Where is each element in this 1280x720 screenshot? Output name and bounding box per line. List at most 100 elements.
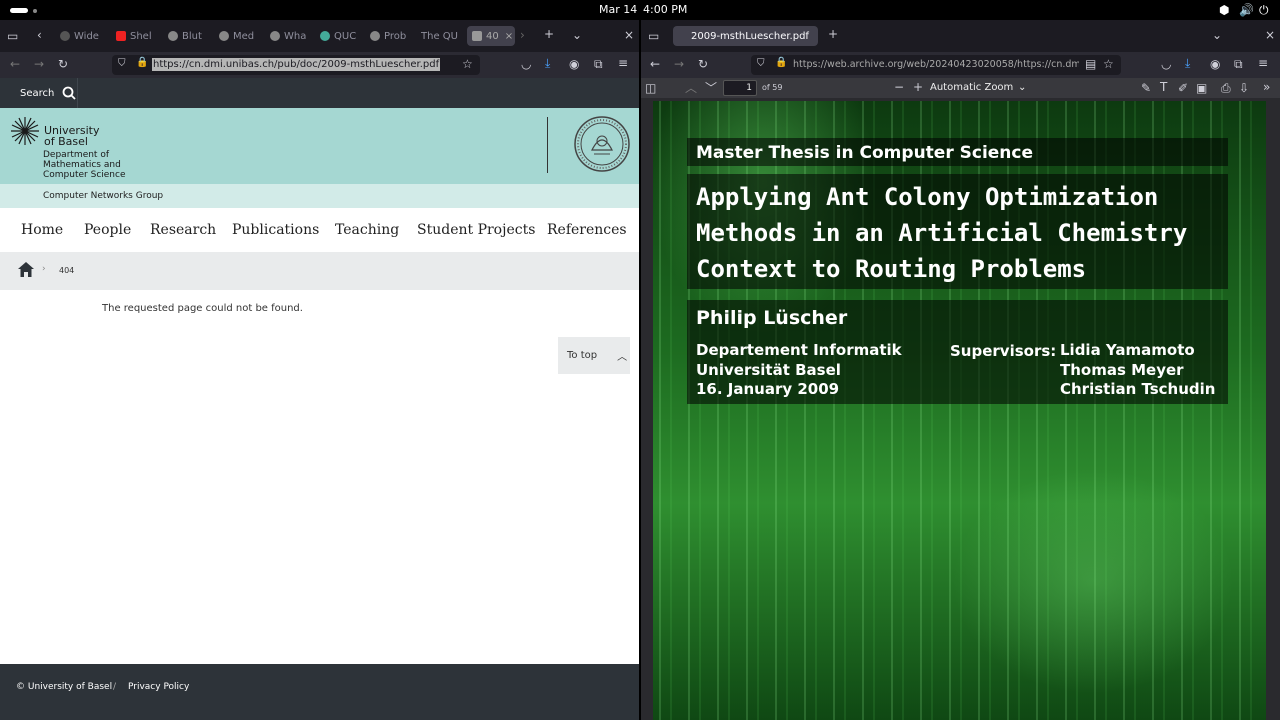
tab-label: Blut xyxy=(182,30,202,42)
reader-view-icon[interactable]: ▤ xyxy=(1085,58,1096,70)
volume-icon[interactable]: 🔊 xyxy=(1239,3,1254,17)
thesis-title: Applying Ant Colony Optimization Methods… xyxy=(696,179,1226,287)
shield-icon[interactable]: ⛉ xyxy=(757,59,765,69)
tab-active[interactable]: 40 × xyxy=(467,26,515,46)
nav-student-projects[interactable]: Student Projects xyxy=(417,222,535,238)
url-text[interactable]: https://cn.dmi.unibas.ch/pub/doc/2009-ms… xyxy=(152,58,441,71)
forward-icon[interactable]: → xyxy=(34,58,44,70)
back-icon[interactable]: ← xyxy=(10,58,20,70)
shield-icon[interactable]: ⛉ xyxy=(118,59,126,69)
tab-overview-icon[interactable]: ▭ xyxy=(7,30,18,42)
tab-5[interactable]: Wha xyxy=(270,26,314,46)
list-tabs-icon[interactable]: ⌄ xyxy=(1212,29,1222,41)
account-icon[interactable]: ◉ xyxy=(569,58,579,70)
tab-overview-icon[interactable]: ▭ xyxy=(648,30,659,42)
lock-icon[interactable]: 🔒 xyxy=(775,58,787,68)
power-icon[interactable]: ⏻ xyxy=(1259,3,1269,18)
tab-label: Prob xyxy=(384,30,407,42)
lock-icon[interactable]: 🔒 xyxy=(136,58,148,68)
print-icon[interactable]: ⎙ xyxy=(1221,82,1231,94)
tab-6[interactable]: QUC xyxy=(320,26,364,46)
extensions-icon[interactable]: ⧉ xyxy=(1234,58,1243,70)
university-logo-icon[interactable] xyxy=(10,116,40,146)
save-icon[interactable]: ⇩ xyxy=(1239,82,1249,94)
to-top-button[interactable]: To top ︿ xyxy=(558,337,630,374)
menu-icon[interactable]: ≡ xyxy=(1258,57,1268,69)
tab-favicon xyxy=(60,31,70,41)
pocket-icon[interactable]: ◡ xyxy=(1161,58,1171,70)
extensions-icon[interactable]: ⧉ xyxy=(594,58,603,70)
page-number-input[interactable]: 1 xyxy=(723,80,757,96)
url-text[interactable]: https://web.archive.org/web/202404230200… xyxy=(793,59,1079,70)
previous-page-icon[interactable]: ︿ xyxy=(685,82,697,94)
list-tabs-icon[interactable]: ⌄ xyxy=(572,29,582,41)
downloads-icon[interactable]: ⤓ xyxy=(1185,57,1190,69)
new-tab-icon[interactable]: + xyxy=(828,28,838,40)
pdf-page: Master Thesis in Computer Science Applyi… xyxy=(653,101,1266,720)
zoom-in-icon[interactable]: + xyxy=(913,81,923,93)
tab-2[interactable]: Shel xyxy=(116,26,160,46)
page-content: The requested page could not be found. T… xyxy=(0,290,639,664)
downloads-icon[interactable]: ⤓ xyxy=(545,57,550,69)
tab-pdf[interactable]: 2009-msthLuescher.pdf × xyxy=(673,26,818,46)
workspace-dot[interactable] xyxy=(33,9,37,13)
site-top-bar xyxy=(0,78,639,108)
search-icon xyxy=(62,86,76,100)
site-search-button[interactable]: Search xyxy=(10,78,78,108)
nav-publications[interactable]: Publications xyxy=(232,222,319,238)
new-tab-icon[interactable]: + xyxy=(544,28,554,40)
tab-label: The QU xyxy=(421,30,458,42)
pocket-icon[interactable]: ◡ xyxy=(521,58,531,70)
zoom-out-icon[interactable]: − xyxy=(894,81,904,93)
tab-favicon xyxy=(320,31,330,41)
tab-scroll-right-icon[interactable]: › xyxy=(520,29,525,41)
system-time[interactable]: 4:00 PM xyxy=(643,3,687,16)
close-tab-icon[interactable]: × xyxy=(505,31,513,42)
close-window-icon[interactable]: × xyxy=(624,29,634,41)
highlight-icon[interactable]: ✎ xyxy=(1141,82,1151,94)
university-seal-icon xyxy=(574,116,630,172)
workspace-indicator[interactable] xyxy=(10,8,28,13)
zoom-select[interactable]: Automatic Zoom ⌄ xyxy=(930,80,1028,96)
draw-icon[interactable]: ✐ xyxy=(1178,82,1188,94)
account-icon[interactable]: ◉ xyxy=(1210,58,1220,70)
nav-people[interactable]: People xyxy=(84,222,131,238)
header-divider xyxy=(547,117,548,173)
more-tools-icon[interactable]: » xyxy=(1263,81,1270,93)
text-tool-icon[interactable]: T xyxy=(1160,81,1167,93)
tab-3[interactable]: Blut xyxy=(168,26,212,46)
reload-icon[interactable]: ↻ xyxy=(698,58,708,70)
right-url-bar[interactable]: ⛉ 🔒 https://web.archive.org/web/20240423… xyxy=(751,55,1121,75)
forward-icon[interactable]: → xyxy=(674,58,684,70)
system-date[interactable]: Mar 14 xyxy=(599,3,637,16)
network-icon[interactable]: ⬢ xyxy=(1219,3,1229,17)
tab-1[interactable]: Wide xyxy=(60,26,104,46)
supervisors-list: Lidia Yamamoto Thomas Meyer Christian Ts… xyxy=(1060,341,1215,400)
home-icon[interactable] xyxy=(18,262,34,277)
tab-scroll-left-icon[interactable]: ‹ xyxy=(37,29,42,41)
supervisor-name: Lidia Yamamoto xyxy=(1060,341,1195,359)
back-icon[interactable]: ← xyxy=(650,58,660,70)
nav-teaching[interactable]: Teaching xyxy=(335,222,399,238)
reload-icon[interactable]: ↻ xyxy=(58,58,68,70)
footer-privacy-link[interactable]: Privacy Policy xyxy=(128,682,189,692)
group-bar[interactable]: Computer Networks Group xyxy=(0,184,639,208)
main-navigation: Home People Research Publications Teachi… xyxy=(0,208,639,252)
nav-references[interactable]: References xyxy=(547,222,627,238)
university-name[interactable]: University of Basel xyxy=(44,125,100,147)
close-window-icon[interactable]: × xyxy=(1265,29,1275,41)
image-icon[interactable]: ▣ xyxy=(1196,82,1207,94)
next-page-icon[interactable]: ﹀ xyxy=(705,82,717,94)
bookmark-star-icon[interactable]: ☆ xyxy=(462,58,473,70)
tab-7[interactable]: Prob xyxy=(370,26,414,46)
site-header: University of Basel Department of Mathem… xyxy=(0,108,639,184)
nav-research[interactable]: Research xyxy=(150,222,216,238)
nav-home[interactable]: Home xyxy=(21,222,63,238)
menu-icon[interactable]: ≡ xyxy=(618,57,628,69)
sidebar-toggle-icon[interactable]: ◫ xyxy=(645,82,656,94)
bookmark-star-icon[interactable]: ☆ xyxy=(1103,58,1114,70)
tab-8[interactable]: The QU xyxy=(421,26,461,46)
tab-4[interactable]: Med xyxy=(219,26,263,46)
university-name-line: of Basel xyxy=(44,135,88,148)
left-url-bar[interactable]: ⛉ 🔒 https://cn.dmi.unibas.ch/pub/doc/200… xyxy=(112,55,480,75)
